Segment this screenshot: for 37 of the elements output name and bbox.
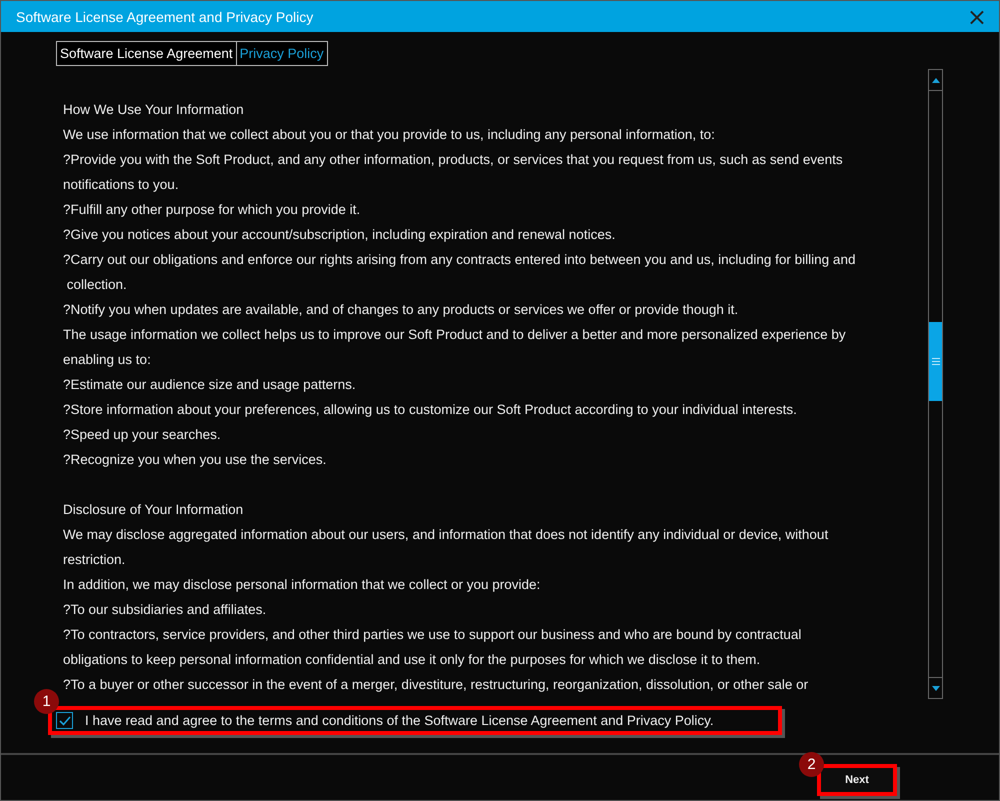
text-line: In addition, we may disclose personal information that we collect or you provide: bbox=[63, 576, 542, 594]
text-line: We use information that we collect about you or that you provide to us, including any personal information, to: bbox=[63, 126, 716, 144]
text-line: ?To a buyer or other successor in the event of a merger, divestiture, restructuring, reorganization, dissolution, or other sale or bbox=[63, 676, 810, 694]
text-line: enabling us to: bbox=[63, 351, 152, 369]
text-line: ?Carry out our obligations and enforce our rights arising from any contracts entered into between you and us, including for billing and bbox=[63, 251, 856, 269]
scrollbar[interactable] bbox=[928, 69, 943, 699]
scroll-down-icon[interactable] bbox=[932, 686, 940, 690]
text-line: ?Fulfill any other purpose for which you provide it. bbox=[63, 201, 362, 219]
agree-checkbox[interactable] bbox=[56, 712, 73, 729]
section-heading: How We Use Your Information bbox=[63, 101, 245, 119]
text-line: ?Store information about your preferences, allowing us to customize our Soft Product according to your individual interests. bbox=[63, 401, 798, 419]
text-line: ?Provide you with the Soft Product, and any other information, products, or services that you request from us, such as send events bbox=[63, 151, 844, 169]
scroll-up-icon[interactable] bbox=[932, 78, 940, 82]
agree-label[interactable]: I have read and agree to the terms and conditions of the Software License Agreement and Privacy Policy. bbox=[85, 713, 714, 728]
text-line: ?Recognize you when you use the services. bbox=[63, 451, 328, 469]
text-line: notifications to you. bbox=[63, 176, 180, 194]
step-marker: 2 bbox=[799, 752, 824, 777]
window-title: Software License Agreement and Privacy Policy bbox=[16, 8, 314, 24]
check-icon bbox=[58, 716, 70, 726]
text-line: We may disclose aggregated information about our users, and information that does not identify any individual or device, without bbox=[63, 526, 830, 544]
scroll-thumb[interactable] bbox=[929, 322, 942, 400]
text-line: The usage information we collect helps us to improve our Soft Product and to deliver a better and more personalized experience by bbox=[63, 326, 847, 344]
text-line: ?Give you notices about your account/subscription, including expiration and renewal notices. bbox=[63, 226, 616, 244]
section-heading: Disclosure of Your Information bbox=[63, 501, 244, 519]
text-line: ?Notify you when updates are available, and of changes to any products or services we offer or provide though it. bbox=[63, 301, 740, 319]
text-line: ?Estimate our audience size and usage patterns. bbox=[63, 376, 357, 394]
tab[interactable]: Software License Agreement bbox=[56, 41, 237, 66]
text-line: obligations to keep personal information confidential and use it only for the purposes for which we disclose it to them. bbox=[63, 651, 762, 669]
next-button[interactable]: Next bbox=[817, 764, 897, 796]
text-line: ?To contractors, service providers, and other third parties we use to support our business and who are bound by contractual bbox=[63, 626, 802, 644]
close-button[interactable]: × bbox=[962, 4, 991, 28]
text-line: restriction. bbox=[63, 551, 126, 569]
text-line: ?Speed up your searches. bbox=[63, 426, 222, 444]
tab[interactable]: Privacy Policy bbox=[236, 41, 328, 66]
text-line: ?To our subsidiaries and affiliates. bbox=[63, 601, 268, 619]
step-marker: 1 bbox=[34, 689, 59, 714]
text-line: collection. bbox=[66, 276, 128, 294]
